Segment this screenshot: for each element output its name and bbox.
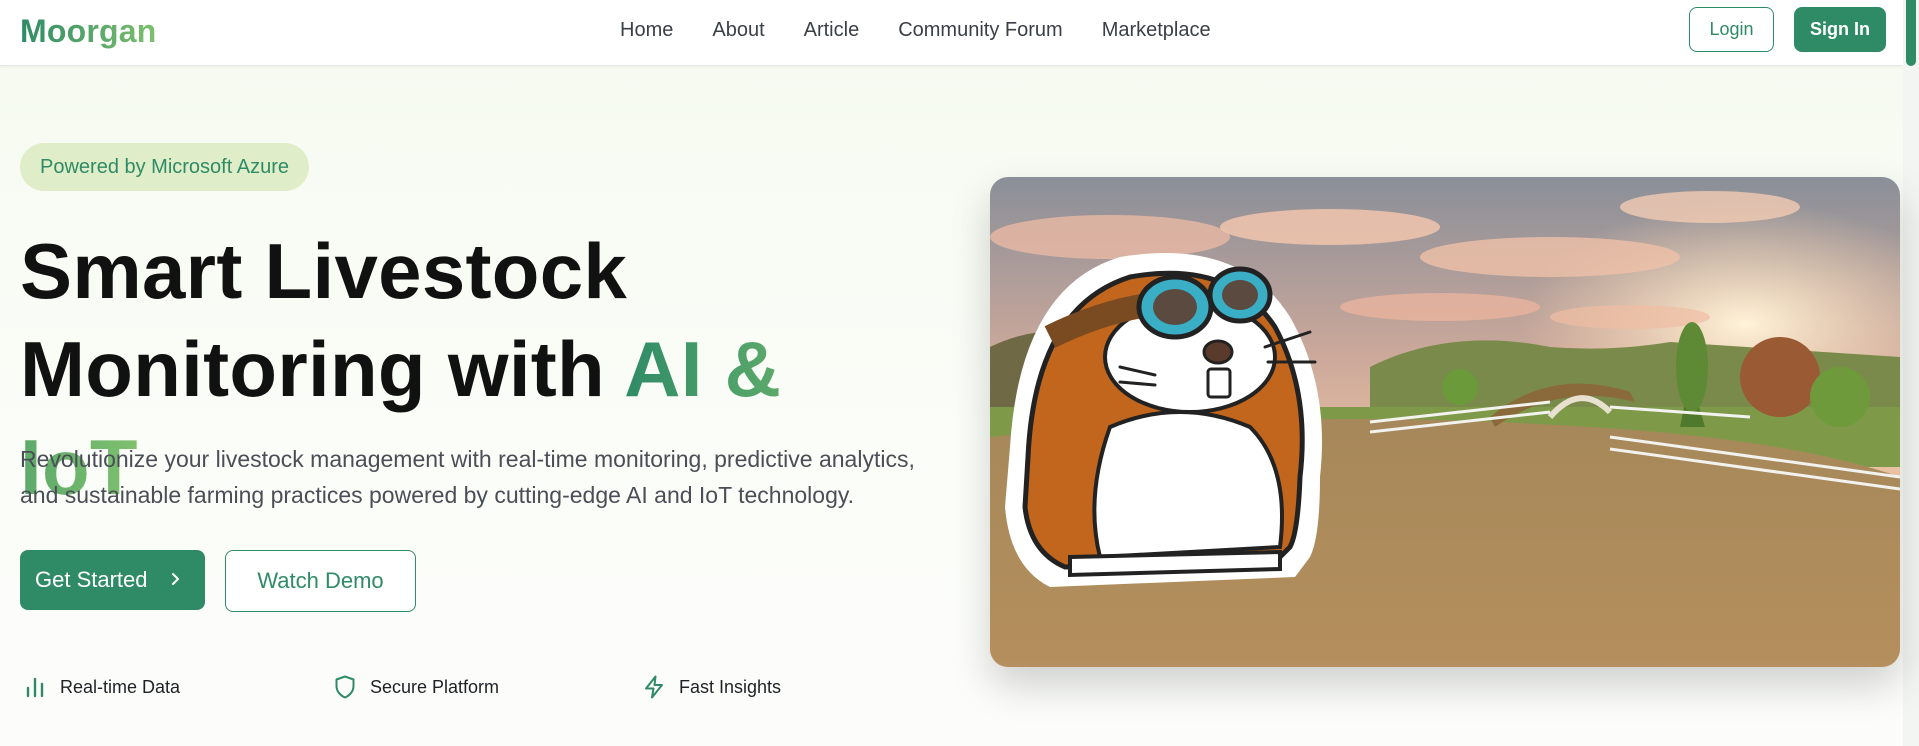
- scrollbar-thumb[interactable]: [1906, 0, 1916, 66]
- scrollbar-track[interactable]: [1903, 0, 1919, 746]
- powered-by-badge: Powered by Microsoft Azure: [20, 143, 309, 191]
- feature-real-time-data: Real-time Data: [22, 672, 180, 702]
- get-started-button[interactable]: Get Started: [20, 550, 205, 610]
- headline-line-2: Monitoring with: [20, 325, 606, 413]
- nav-links: Home About Article Community Forum Marke…: [620, 18, 1211, 42]
- feature-label: Real-time Data: [60, 676, 181, 697]
- login-button[interactable]: Login: [1689, 7, 1774, 52]
- watch-demo-button[interactable]: Watch Demo: [225, 550, 416, 612]
- nav-link-marketplace[interactable]: Marketplace: [1102, 18, 1211, 42]
- navbar: Moorgan Home About Article Community For…: [0, 0, 1919, 66]
- feature-secure-platform: Secure Platform: [332, 672, 499, 702]
- nav-link-community-forum[interactable]: Community Forum: [898, 18, 1062, 42]
- nav-link-about[interactable]: About: [712, 18, 764, 42]
- brand-logo[interactable]: Moorgan: [20, 13, 157, 50]
- shield-icon: [335, 675, 355, 699]
- feature-label: Secure Platform: [370, 676, 500, 697]
- hero-image: [990, 177, 1900, 667]
- bar-chart-icon: [26, 677, 44, 698]
- farm-scene-illustration: [990, 177, 1900, 667]
- nav-link-home[interactable]: Home: [620, 18, 673, 42]
- get-started-label: Get Started: [35, 567, 148, 592]
- sign-in-button[interactable]: Sign In: [1794, 7, 1886, 52]
- lightning-icon: [645, 675, 663, 699]
- feature-fast-insights: Fast Insights: [641, 672, 781, 702]
- chevron-right-icon: [172, 573, 179, 585]
- feature-label: Fast Insights: [679, 676, 782, 697]
- nav-link-article[interactable]: Article: [804, 18, 860, 42]
- headline-line-1: Smart Livestock: [20, 227, 628, 315]
- hero-subtext: Revolutionize your livestock management …: [20, 446, 915, 508]
